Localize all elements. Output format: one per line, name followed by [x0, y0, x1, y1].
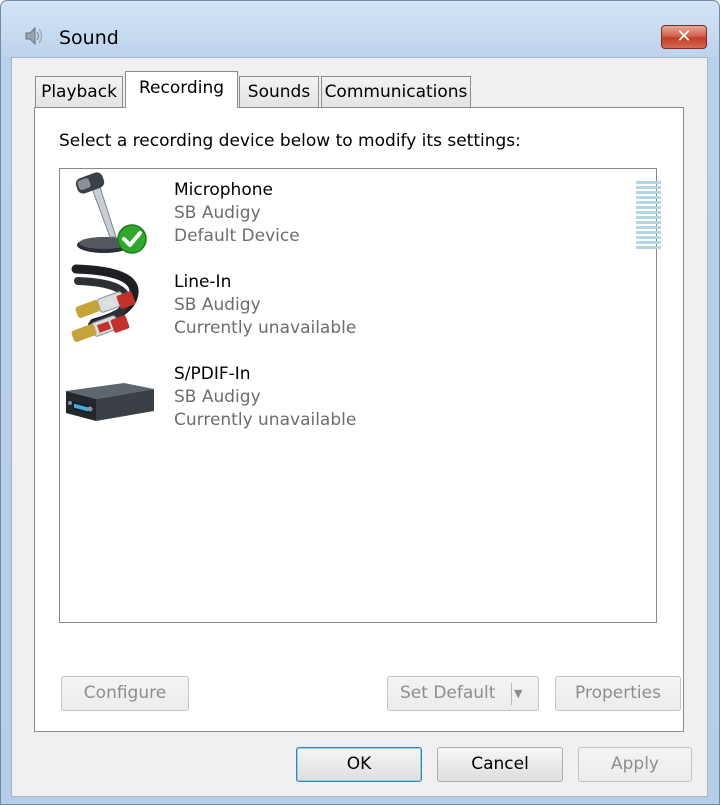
tab-recording[interactable]: Recording — [125, 71, 238, 108]
device-name: Line-In — [174, 272, 232, 292]
device-list[interactable]: Microphone SB Audigy Default Device Line… — [59, 168, 661, 623]
cancel-button[interactable]: Cancel — [437, 747, 563, 782]
device-item-microphone[interactable]: Microphone SB Audigy Default Device — [60, 169, 661, 259]
window-title: Sound — [59, 27, 119, 49]
sound-dialog-window: Sound ✕ Playback Recording Sounds Commun… — [0, 0, 720, 805]
line-in-cable-icon — [71, 264, 139, 342]
ok-button[interactable]: OK — [296, 747, 422, 782]
device-name: Microphone — [174, 180, 273, 200]
set-default-label: Set Default — [400, 683, 496, 703]
device-name: S/PDIF-In — [174, 364, 251, 384]
properties-button[interactable]: Properties — [555, 676, 681, 711]
split-separator — [511, 683, 512, 705]
level-meter — [636, 181, 661, 251]
configure-button[interactable]: Configure — [61, 676, 189, 711]
device-driver: SB Audigy — [174, 387, 261, 407]
tab-sounds[interactable]: Sounds — [239, 76, 319, 107]
device-status: Currently unavailable — [174, 318, 357, 338]
apply-button[interactable]: Apply — [578, 747, 692, 782]
set-default-split-button[interactable]: Set Default ▼ — [387, 676, 539, 711]
microphone-icon — [75, 172, 147, 254]
device-item-spdif-in[interactable]: S/PDIF-In SB Audigy Currently unavailabl… — [60, 353, 656, 443]
title-bar[interactable]: Sound ✕ — [1, 1, 719, 57]
tab-playback[interactable]: Playback — [35, 76, 123, 107]
tab-communications[interactable]: Communications — [321, 76, 471, 107]
device-status: Currently unavailable — [174, 410, 357, 430]
close-button[interactable]: ✕ — [661, 25, 707, 49]
device-driver: SB Audigy — [174, 295, 261, 315]
chevron-down-icon[interactable]: ▼ — [514, 677, 532, 710]
panel-instruction: Select a recording device below to modif… — [59, 131, 521, 151]
speaker-icon — [25, 26, 43, 46]
device-status: Default Device — [174, 226, 300, 246]
device-driver: SB Audigy — [174, 203, 261, 223]
dialog-client-area: Playback Recording Sounds Communications… — [11, 57, 708, 797]
device-item-line-in[interactable]: Line-In SB Audigy Currently unavailable — [60, 261, 656, 351]
spdif-device-icon — [66, 383, 154, 421]
